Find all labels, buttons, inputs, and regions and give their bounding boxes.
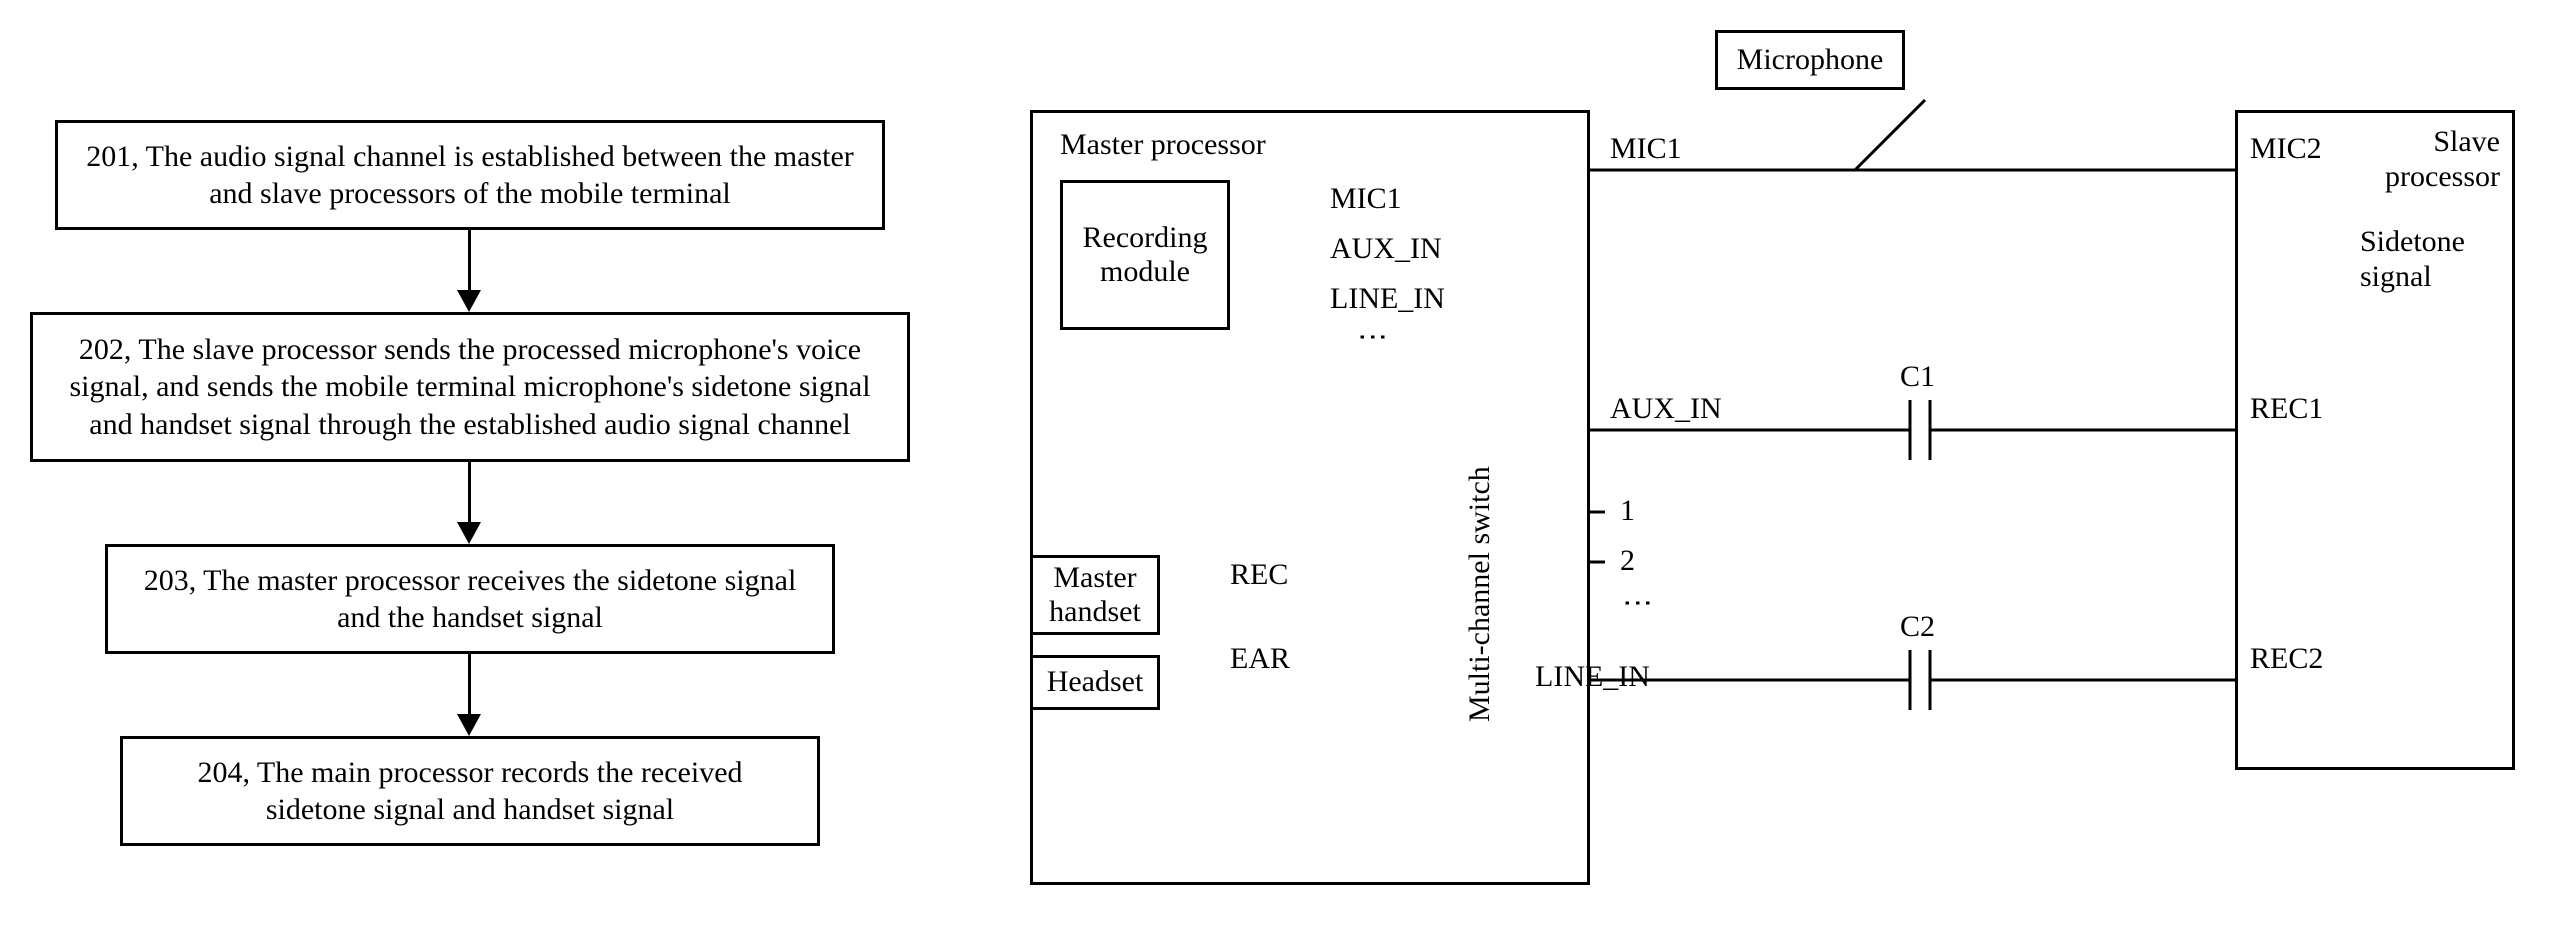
rec-linein: LINE_IN: [1330, 282, 1445, 316]
ear-label: EAR: [1230, 642, 1290, 676]
switch-port-2: 2: [1620, 544, 1635, 578]
switch-port-dots: ⋮: [1620, 588, 1655, 620]
schematic: Microphone Master processor Slave proces…: [970, 0, 2550, 940]
flow-arrow-1: [468, 230, 471, 290]
flowchart: 201, The audio signal channel is establi…: [0, 0, 970, 940]
c2-label: C2: [1900, 610, 1935, 644]
c1-label: C1: [1900, 360, 1935, 394]
slave-processor-label: Slave processor: [2375, 125, 2500, 194]
recording-module-box: Recording module: [1060, 180, 1230, 330]
mic1-label: MIC1: [1610, 132, 1682, 166]
microphone-box: Microphone: [1715, 30, 1905, 90]
flow-step-202: 202, The slave processor sends the proce…: [30, 312, 910, 462]
mic2-label: MIC2: [2250, 132, 2322, 166]
rec-mic1: MIC1: [1330, 182, 1402, 216]
linein-bus-label: LINE_IN: [1535, 660, 1650, 694]
flow-arrow-2: [468, 462, 471, 522]
multi-switch-label: Multi-channel switch: [1463, 502, 1497, 722]
flow-arrowhead-3: [457, 714, 481, 736]
flow-arrow-3: [468, 654, 471, 714]
rec1-label: REC1: [2250, 392, 2323, 426]
rec-label: REC: [1230, 558, 1288, 592]
master-processor-label: Master processor: [1060, 128, 1266, 162]
headset-box: Headset: [1030, 655, 1160, 710]
rec-auxin: AUX_IN: [1330, 232, 1442, 266]
sidetone-label: Sidetone signal: [2360, 225, 2500, 294]
master-handset-box: Master handset: [1030, 555, 1160, 635]
flow-step-201: 201, The audio signal channel is establi…: [55, 120, 885, 230]
rec2-label: REC2: [2250, 642, 2323, 676]
auxin-bus-label: AUX_IN: [1610, 392, 1722, 426]
flow-arrowhead-1: [457, 290, 481, 312]
flow-step-204: 204, The main processor records the rece…: [120, 736, 820, 846]
rec-dots: ⋮: [1355, 322, 1390, 354]
switch-port-1: 1: [1620, 494, 1635, 528]
flow-arrowhead-2: [457, 522, 481, 544]
flow-step-203: 203, The master processor receives the s…: [105, 544, 835, 654]
